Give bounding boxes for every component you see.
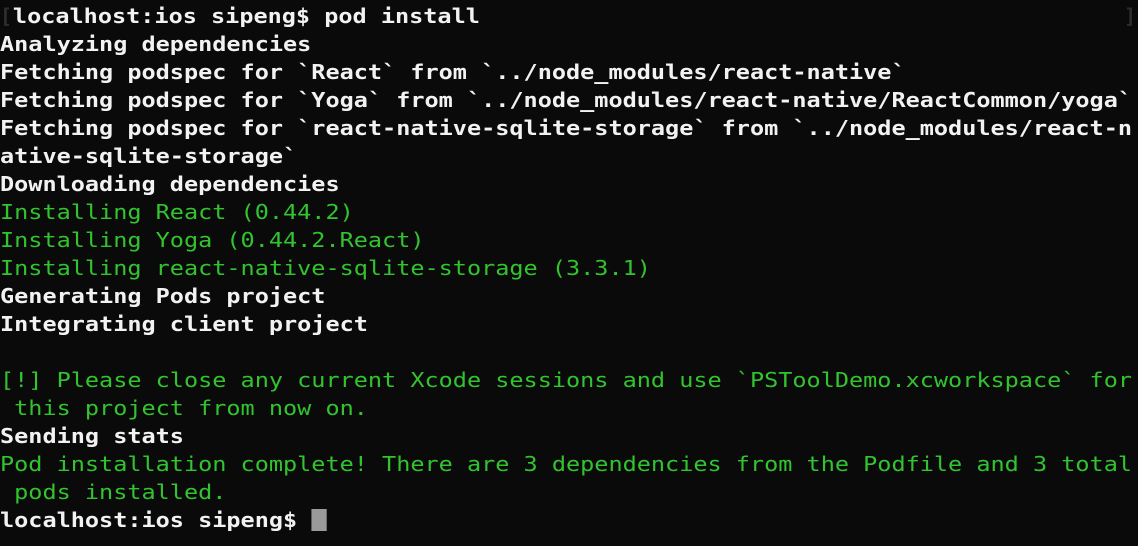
line-fetch-sqlite-text: Fetching podspec for `react-native-sqlit… — [0, 116, 1132, 140]
line-downloading: Downloading dependencies — [0, 170, 1138, 198]
line-generating-text: Generating Pods project — [0, 284, 326, 308]
line-generating: Generating Pods project — [0, 282, 1138, 310]
session-bracket-open-marker: [ — [0, 4, 13, 28]
line-install-yoga-text: Installing Yoga (0.44.2.React) — [0, 228, 425, 252]
line-downloading-text: Downloading dependencies — [0, 172, 340, 196]
line-fetch-yoga-text: Fetching podspec for `Yoga` from `../nod… — [0, 88, 1132, 112]
line-install-yoga: Installing Yoga (0.44.2.React) — [0, 226, 1138, 254]
line-fetch-react-text: Fetching podspec for `React` from `../no… — [0, 60, 906, 84]
terminal-screen[interactable]: localhost:ios sipeng$ pod install Analyzi… — [0, 2, 1138, 534]
line-warning-text: [!] Please close any current Xcode sessi… — [0, 368, 1132, 392]
line-sending-stats: Sending stats — [0, 422, 1138, 450]
line-prompt-command: localhost:ios sipeng$ pod install — [0, 2, 1138, 30]
line-integrating-text: Integrating client project — [0, 312, 368, 336]
text-cursor[interactable] — [311, 509, 327, 531]
line-fetch-sqlite-wrap: ative-sqlite-storage` — [0, 142, 1138, 170]
line-sending-stats-text: Sending stats — [0, 424, 184, 448]
line-install-react-text: Installing React (0.44.2) — [0, 200, 354, 224]
line-warning-wrap: this project from now on. — [0, 394, 1138, 422]
line-complete-wrap: pods installed. — [0, 478, 1138, 506]
line-warning: [!] Please close any current Xcode sessi… — [0, 366, 1138, 394]
line-fetch-react: Fetching podspec for `React` from `../no… — [0, 58, 1138, 86]
shell-prompt: localhost:ios sipeng$ — [0, 508, 312, 532]
line-prompt-command-text: localhost:ios sipeng$ pod install — [12, 4, 480, 28]
line-blank — [0, 338, 1138, 366]
line-fetch-sqlite-wrap-text: ative-sqlite-storage` — [0, 144, 298, 168]
line-analyzing: Analyzing dependencies — [0, 30, 1138, 58]
terminal-window[interactable]: localhost:ios sipeng$ pod install Analyzi… — [0, 0, 1138, 546]
line-install-react: Installing React (0.44.2) — [0, 198, 1138, 226]
line-complete-text: Pod installation complete! There are 3 d… — [0, 452, 1132, 476]
line-analyzing-text: Analyzing dependencies — [0, 32, 312, 56]
line-fetch-sqlite: Fetching podspec for `react-native-sqlit… — [0, 114, 1138, 142]
session-bracket-close-marker: ] — [1123, 4, 1136, 28]
line-install-sqlite-text: Installing react-native-sqlite-storage (… — [0, 256, 651, 280]
line-warning-wrap-text: this project from now on. — [0, 396, 368, 420]
line-fetch-yoga: Fetching podspec for `Yoga` from `../nod… — [0, 86, 1138, 114]
line-complete: Pod installation complete! There are 3 d… — [0, 450, 1138, 478]
line-complete-wrap-text: pods installed. — [0, 480, 227, 504]
line-final-prompt[interactable]: localhost:ios sipeng$ — [0, 506, 1138, 534]
line-integrating: Integrating client project — [0, 310, 1138, 338]
line-install-sqlite: Installing react-native-sqlite-storage (… — [0, 254, 1138, 282]
